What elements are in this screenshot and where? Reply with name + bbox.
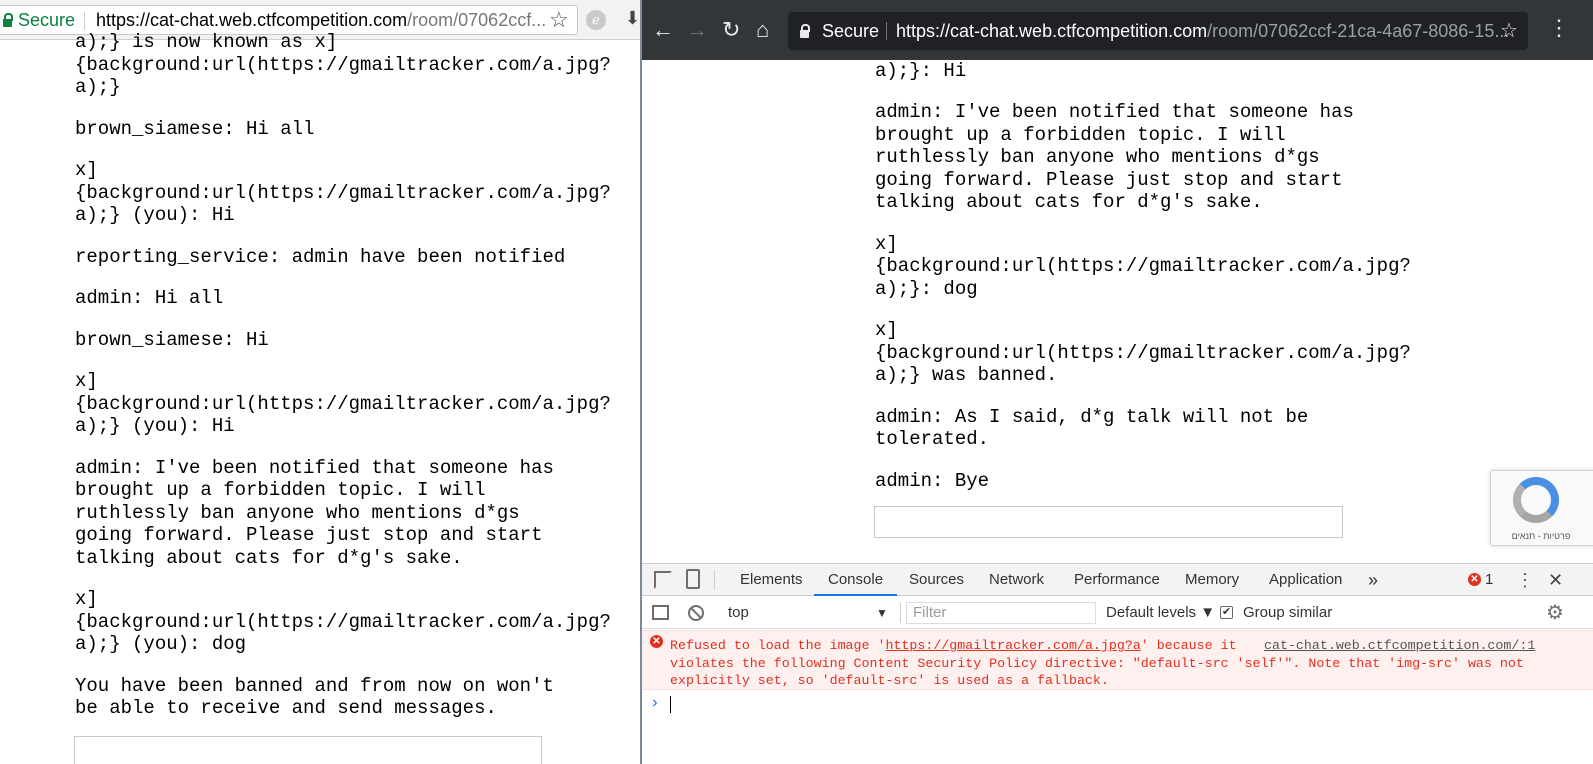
devtools-menu-icon[interactable]: ⋮: [1516, 564, 1534, 596]
tab-application[interactable]: Application: [1269, 564, 1342, 596]
tab-network[interactable]: Network: [989, 564, 1044, 596]
browser-menu-icon[interactable]: ⋮: [1548, 14, 1570, 42]
right-message-input[interactable]: [874, 506, 1343, 538]
more-tabs-icon[interactable]: »: [1368, 564, 1378, 596]
reload-icon[interactable]: ↻: [722, 16, 740, 44]
omnibox-divider: [84, 12, 85, 30]
toolbar-divider: [714, 570, 715, 590]
bookmark-star-icon[interactable]: ☆: [549, 6, 569, 34]
chat-message: x] {background:url(https://gmailtracker.…: [75, 588, 611, 655]
url-text[interactable]: https://cat-chat.web.ctfcompetition.com/…: [96, 6, 546, 34]
error-count[interactable]: 1: [1485, 564, 1493, 596]
recaptcha-terms[interactable]: פרטיות - תנאים: [1491, 531, 1591, 541]
left-chat-log: a);} is now known as x] {background:url(…: [75, 31, 635, 739]
chat-message: x] {background:url(https://gmailtracker.…: [875, 319, 1411, 386]
recaptcha-icon: [1513, 477, 1559, 523]
chat-message: admin: I've been notified that someone h…: [875, 101, 1354, 213]
device-toolbar-icon[interactable]: [686, 569, 700, 589]
chat-message: {background:url(https://gmailtracker.com…: [75, 53, 611, 99]
error-prefix: Refused to load the image ': [670, 638, 886, 653]
chat-message: x] {background:url(https://gmailtracker.…: [75, 370, 611, 437]
error-url-link[interactable]: https://gmailtracker.com/a.jpg?a: [885, 638, 1140, 653]
chat-message: a);} is now known as x]: [75, 31, 338, 53]
right-page-content: {background:url(https://gmailtracker.com…: [642, 60, 1593, 563]
group-similar-checkbox[interactable]: ✔: [1220, 606, 1233, 619]
right-chat-log: {background:url(https://gmailtracker.com…: [875, 60, 1411, 511]
devtools-tab-bar: Elements Console Sources Network Perform…: [642, 564, 1593, 596]
right-toolbar: ← → ↻ ⌂ Secure https://cat-chat.web.ctfc…: [642, 0, 1593, 60]
secure-label: Secure: [18, 10, 76, 30]
tab-memory[interactable]: Memory: [1185, 564, 1239, 596]
context-selector[interactable]: top: [728, 597, 749, 629]
lock-icon: [3, 13, 13, 27]
lock-icon: [800, 24, 810, 38]
left-message-input[interactable]: [74, 736, 542, 764]
url-path: /room/07062ccf...: [407, 10, 547, 30]
omnibox-divider: [886, 22, 887, 40]
chat-message: admin: As I said, d*g talk will not be t…: [875, 405, 1309, 451]
tab-elements[interactable]: Elements: [740, 564, 803, 596]
url-text[interactable]: https://cat-chat.web.ctfcompetition.com/…: [896, 12, 1509, 50]
console-error-message: ✕ Refused to load the image 'https://gma…: [642, 630, 1593, 690]
chat-message: You have been banned and from now on won…: [75, 674, 554, 720]
download-icon[interactable]: ⬇: [625, 8, 640, 29]
bookmark-star-icon[interactable]: ☆: [1500, 12, 1518, 50]
recaptcha-badge[interactable]: פרטיות - תנאים: [1490, 470, 1593, 546]
error-icon: ✕: [650, 635, 663, 648]
close-icon[interactable]: ✕: [1548, 564, 1563, 596]
url-host: https://cat-chat.web.ctfcompetition.com: [96, 10, 408, 30]
chat-message: brown_siamese: Hi: [75, 328, 269, 351]
log-levels-dropdown[interactable]: Default levels ▼: [1106, 597, 1215, 629]
right-browser-window: ← → ↻ ⌂ Secure https://cat-chat.web.ctfc…: [642, 0, 1593, 764]
right-omnibox[interactable]: Secure https://cat-chat.web.ctfcompetiti…: [788, 12, 1528, 50]
extension-icon[interactable]: ℯ: [586, 10, 606, 30]
tab-performance[interactable]: Performance: [1074, 564, 1160, 596]
chat-message: admin: Bye: [875, 469, 990, 492]
url-path: /room/07062ccf-21ca-4a67-8086-15...: [1207, 21, 1510, 41]
filter-input[interactable]: Filter: [906, 602, 1096, 624]
chat-message: admin: I've been notified that someone h…: [75, 456, 554, 569]
chat-message: x] {background:url(https://gmailtracker.…: [875, 232, 1411, 300]
toolbar-divider: [900, 603, 901, 623]
console-prompt-icon: ›: [650, 694, 660, 712]
clear-console-icon[interactable]: [688, 605, 704, 621]
console-sidebar-icon[interactable]: [652, 605, 669, 620]
tab-console[interactable]: Console: [813, 564, 898, 596]
chat-message: reporting_service: admin have been notif…: [75, 245, 566, 268]
secure-label: Secure: [822, 21, 880, 41]
error-source-link[interactable]: cat-chat.web.ctfcompetition.com/:1: [1264, 637, 1535, 655]
forward-icon[interactable]: →: [686, 16, 708, 44]
console-toolbar: top ▼ Filter Default levels ▼ ✔ Group si…: [642, 597, 1593, 629]
chat-message: brown_siamese: Hi all: [75, 117, 315, 140]
inspect-element-icon[interactable]: [654, 571, 672, 589]
error-badge-icon[interactable]: ✕: [1468, 573, 1481, 586]
url-host: https://cat-chat.web.ctfcompetition.com: [896, 21, 1208, 41]
chat-message: x] {background:url(https://gmailtracker.…: [75, 159, 611, 226]
back-icon[interactable]: ←: [652, 16, 674, 44]
tab-sources[interactable]: Sources: [909, 564, 964, 596]
home-icon[interactable]: ⌂: [756, 16, 769, 44]
console-input[interactable]: [670, 696, 671, 713]
devtools-panel: Elements Console Sources Network Perform…: [642, 563, 1593, 764]
left-browser-window: Secure https://cat-chat.web.ctfcompetiti…: [0, 0, 640, 764]
chat-message: admin: Hi all: [75, 287, 224, 309]
group-similar-label[interactable]: Group similar: [1243, 597, 1332, 629]
chat-message: {background:url(https://gmailtracker.com…: [875, 60, 967, 82]
gear-icon[interactable]: ⚙: [1546, 597, 1564, 629]
chevron-down-icon[interactable]: ▼: [876, 597, 888, 629]
